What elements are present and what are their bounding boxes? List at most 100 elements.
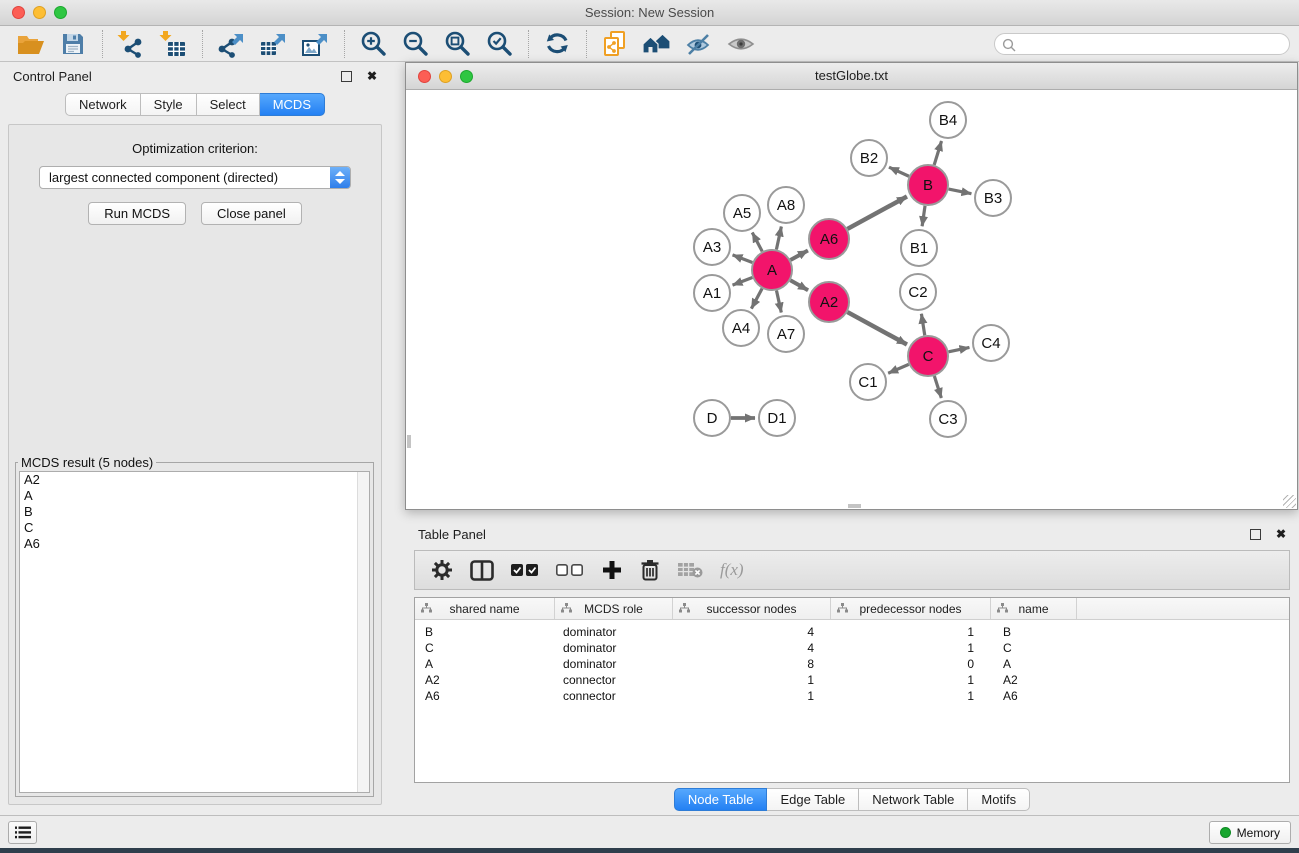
graph-node-A[interactable]: A	[752, 250, 792, 290]
table-row[interactable]: A6connector11A6	[415, 688, 1289, 704]
graph-edge-C-C3[interactable]	[934, 376, 941, 398]
criterion-dropdown[interactable]: largest connected component (directed)	[39, 166, 351, 189]
float-panel-icon[interactable]	[341, 71, 352, 82]
graph-edge-C-C2[interactable]	[921, 314, 924, 336]
table-settings-gear-icon[interactable]	[431, 559, 453, 581]
save-session-icon[interactable]	[56, 29, 90, 59]
tab-motifs[interactable]: Motifs	[968, 788, 1030, 811]
mcds-result-item[interactable]: C	[20, 520, 369, 536]
graph-node-D[interactable]: D	[694, 400, 730, 436]
table-row[interactable]: Cdominator41C	[415, 640, 1289, 656]
export-table-icon[interactable]	[256, 29, 290, 59]
graph-edge-A-A3[interactable]	[733, 255, 753, 263]
close-panel-icon[interactable]: ✖	[367, 69, 377, 83]
graph-edge-B-B2[interactable]	[889, 167, 909, 176]
export-network-icon[interactable]	[214, 29, 248, 59]
graph-node-B1[interactable]: B1	[901, 230, 937, 266]
column-header-predecessor-nodes[interactable]: predecessor nodes	[831, 598, 991, 619]
graph-node-C4[interactable]: C4	[973, 325, 1009, 361]
panel-list-button[interactable]	[8, 821, 37, 844]
graph-edge-A-A6[interactable]	[790, 250, 807, 260]
vertical-scroll-nub[interactable]	[407, 435, 411, 448]
show-columns-icon[interactable]	[470, 560, 494, 581]
column-header-name[interactable]: name	[991, 598, 1077, 619]
graph-node-D1[interactable]: D1	[759, 400, 795, 436]
graph-edge-B-B1[interactable]	[922, 206, 925, 226]
network-canvas[interactable]: B4B2BB3A8A5A6A3B1AA1C2A2A4A7C4CC1C3DD1	[407, 90, 1296, 508]
graph-node-A3[interactable]: A3	[694, 229, 730, 265]
function-builder-icon[interactable]: f(x)	[720, 560, 744, 580]
graph-edge-C-C1[interactable]	[888, 364, 909, 373]
graph-node-B[interactable]: B	[908, 165, 948, 205]
column-header-MCDS-role[interactable]: MCDS role	[555, 598, 673, 619]
tab-style[interactable]: Style	[141, 93, 197, 116]
mcds-result-item[interactable]: A	[20, 488, 369, 504]
graph-node-B4[interactable]: B4	[930, 102, 966, 138]
graph-node-C[interactable]: C	[908, 336, 948, 376]
show-all-eye-icon[interactable]	[724, 29, 758, 59]
import-network-icon[interactable]	[114, 29, 148, 59]
zoom-out-icon[interactable]	[398, 29, 432, 59]
close-network-button[interactable]	[418, 70, 431, 83]
delete-table-icon[interactable]	[677, 561, 703, 579]
tab-select[interactable]: Select	[197, 93, 260, 116]
new-network-from-selection-icon[interactable]	[598, 29, 632, 59]
minimize-window-button[interactable]	[33, 6, 46, 19]
graph-node-C2[interactable]: C2	[900, 274, 936, 310]
refresh-icon[interactable]	[540, 29, 574, 59]
graph-node-A6[interactable]: A6	[809, 219, 849, 259]
close-table-panel-icon[interactable]: ✖	[1276, 527, 1286, 541]
open-file-icon[interactable]	[14, 29, 48, 59]
table-row[interactable]: Adominator80A	[415, 656, 1289, 672]
close-panel-button[interactable]: Close panel	[201, 202, 302, 225]
tab-network-table[interactable]: Network Table	[859, 788, 968, 811]
memory-button[interactable]: Memory	[1209, 821, 1291, 844]
tab-node-table[interactable]: Node Table	[674, 788, 768, 811]
mcds-result-item[interactable]: A2	[20, 472, 369, 488]
select-all-columns-icon[interactable]	[511, 563, 539, 577]
hide-selected-eye-icon[interactable]	[682, 29, 716, 59]
graph-node-C3[interactable]: C3	[930, 401, 966, 437]
close-window-button[interactable]	[12, 6, 25, 19]
zoom-network-button[interactable]	[460, 70, 473, 83]
graph-edge-A-A7[interactable]	[776, 291, 781, 313]
tab-network[interactable]: Network	[65, 93, 141, 116]
graph-edge-A-A4[interactable]	[751, 289, 762, 309]
graph-edge-A-A8[interactable]	[776, 227, 781, 250]
graph-node-C1[interactable]: C1	[850, 364, 886, 400]
graph-node-A2[interactable]: A2	[809, 282, 849, 322]
graph-edge-A6-B[interactable]	[847, 196, 906, 228]
graph-node-A5[interactable]: A5	[724, 195, 760, 231]
tab-mcds[interactable]: MCDS	[260, 93, 325, 116]
zoom-window-button[interactable]	[54, 6, 67, 19]
graph-edge-A-A2[interactable]	[790, 280, 808, 290]
horizontal-scroll-nub[interactable]	[848, 504, 861, 508]
float-table-panel-icon[interactable]	[1250, 529, 1261, 540]
tab-edge-table[interactable]: Edge Table	[767, 788, 859, 811]
graph-node-A1[interactable]: A1	[694, 275, 730, 311]
result-scrollbar[interactable]	[357, 472, 369, 792]
table-row[interactable]: A2connector11A2	[415, 672, 1289, 688]
graph-edge-A-A1[interactable]	[733, 278, 753, 286]
run-mcds-button[interactable]: Run MCDS	[88, 202, 186, 225]
search-input[interactable]	[994, 33, 1290, 55]
graph-edge-B-B3[interactable]	[949, 189, 972, 194]
column-header-shared-name[interactable]: shared name	[415, 598, 555, 619]
minimize-network-button[interactable]	[439, 70, 452, 83]
graph-node-A7[interactable]: A7	[768, 316, 804, 352]
unselect-all-columns-icon[interactable]	[556, 563, 584, 577]
graph-node-A4[interactable]: A4	[723, 310, 759, 346]
import-table-icon[interactable]	[156, 29, 190, 59]
resize-grip[interactable]	[1283, 495, 1296, 508]
graph-node-B3[interactable]: B3	[975, 180, 1011, 216]
export-image-icon[interactable]	[298, 29, 332, 59]
first-neighbors-icon[interactable]	[640, 29, 674, 59]
graph-node-A8[interactable]: A8	[768, 187, 804, 223]
mcds-result-item[interactable]: B	[20, 504, 369, 520]
zoom-in-icon[interactable]	[356, 29, 390, 59]
zoom-fit-icon[interactable]	[440, 29, 474, 59]
mcds-result-item[interactable]: A6	[20, 536, 369, 552]
add-column-icon[interactable]	[601, 559, 623, 581]
graph-edge-A2-C[interactable]	[847, 312, 906, 344]
graph-edge-B-B4[interactable]	[934, 141, 941, 165]
